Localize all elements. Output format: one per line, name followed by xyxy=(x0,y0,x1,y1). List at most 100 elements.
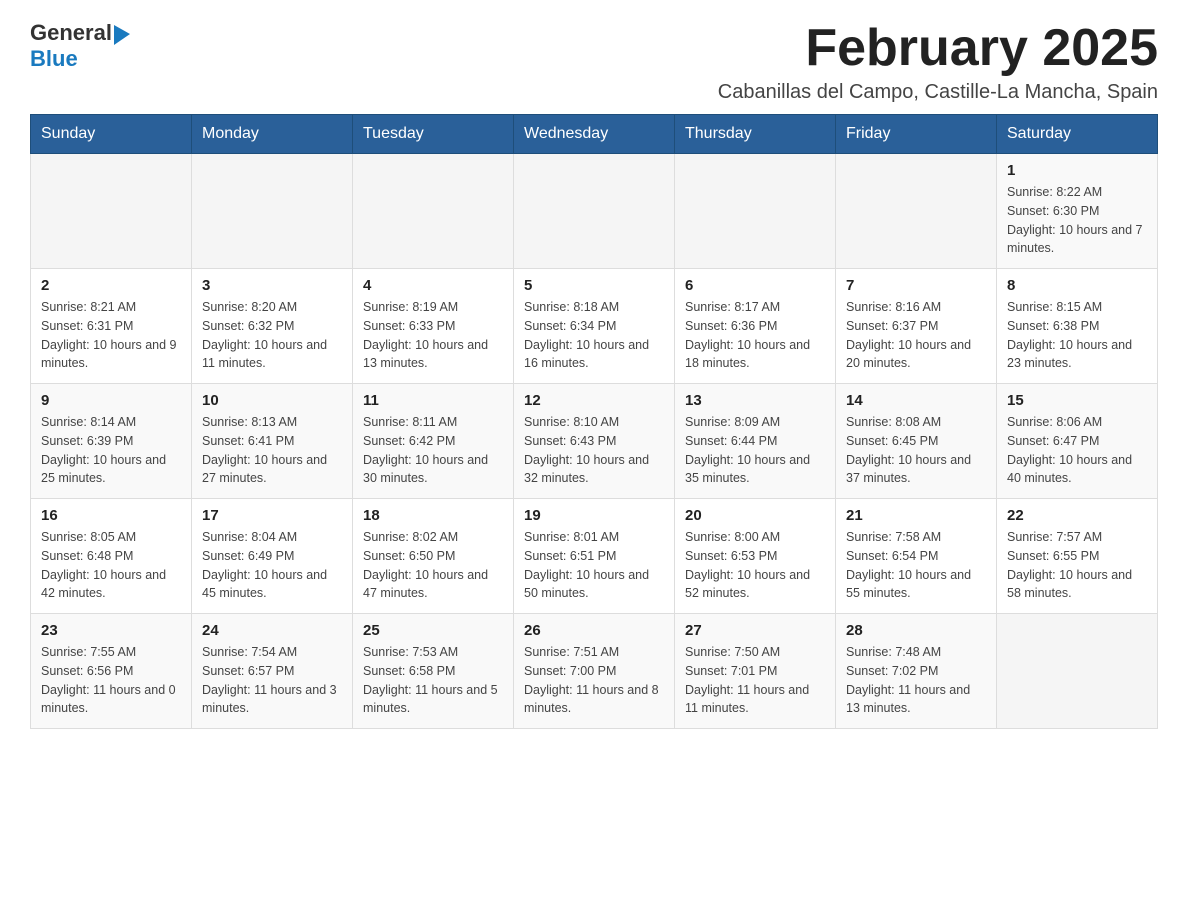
day-number: 27 xyxy=(685,622,825,639)
calendar-day-cell: 19 Sunrise: 8:01 AM Sunset: 6:51 PM Dayli… xyxy=(514,499,675,614)
day-number: 9 xyxy=(41,392,181,409)
day-number: 17 xyxy=(202,507,342,524)
day-info: Sunrise: 7:57 AM Sunset: 6:55 PM Dayligh… xyxy=(1007,528,1147,603)
calendar-day-cell: 23 Sunrise: 7:55 AM Sunset: 6:56 PM Dayli… xyxy=(31,614,192,729)
day-info: Sunrise: 7:55 AM Sunset: 6:56 PM Dayligh… xyxy=(41,643,181,718)
calendar-table: SundayMondayTuesdayWednesdayThursdayFrid… xyxy=(30,114,1158,729)
calendar-day-cell xyxy=(997,614,1158,729)
calendar-day-cell: 7 Sunrise: 8:16 AM Sunset: 6:37 PM Daylig… xyxy=(836,269,997,384)
day-of-week-header: Thursday xyxy=(675,115,836,154)
day-info: Sunrise: 8:18 AM Sunset: 6:34 PM Dayligh… xyxy=(524,298,664,373)
day-number: 18 xyxy=(363,507,503,524)
day-number: 2 xyxy=(41,277,181,294)
day-number: 8 xyxy=(1007,277,1147,294)
day-info: Sunrise: 8:22 AM Sunset: 6:30 PM Dayligh… xyxy=(1007,183,1147,258)
calendar-day-cell: 10 Sunrise: 8:13 AM Sunset: 6:41 PM Dayli… xyxy=(192,384,353,499)
calendar-header-row: SundayMondayTuesdayWednesdayThursdayFrid… xyxy=(31,115,1158,154)
day-info: Sunrise: 8:09 AM Sunset: 6:44 PM Dayligh… xyxy=(685,413,825,488)
page-header: General Blue February 2025 Cabanillas de… xyxy=(30,20,1158,104)
day-of-week-header: Tuesday xyxy=(353,115,514,154)
calendar-day-cell xyxy=(836,154,997,269)
calendar-week-row: 9 Sunrise: 8:14 AM Sunset: 6:39 PM Daylig… xyxy=(31,384,1158,499)
day-of-week-header: Monday xyxy=(192,115,353,154)
calendar-day-cell xyxy=(675,154,836,269)
day-number: 14 xyxy=(846,392,986,409)
day-number: 21 xyxy=(846,507,986,524)
calendar-day-cell: 17 Sunrise: 8:04 AM Sunset: 6:49 PM Dayli… xyxy=(192,499,353,614)
day-number: 15 xyxy=(1007,392,1147,409)
day-info: Sunrise: 8:15 AM Sunset: 6:38 PM Dayligh… xyxy=(1007,298,1147,373)
day-info: Sunrise: 8:13 AM Sunset: 6:41 PM Dayligh… xyxy=(202,413,342,488)
day-info: Sunrise: 8:02 AM Sunset: 6:50 PM Dayligh… xyxy=(363,528,503,603)
logo-arrow-icon xyxy=(114,23,134,45)
calendar-week-row: 1 Sunrise: 8:22 AM Sunset: 6:30 PM Daylig… xyxy=(31,154,1158,269)
day-info: Sunrise: 8:01 AM Sunset: 6:51 PM Dayligh… xyxy=(524,528,664,603)
day-number: 28 xyxy=(846,622,986,639)
day-number: 12 xyxy=(524,392,664,409)
day-number: 7 xyxy=(846,277,986,294)
calendar-day-cell: 11 Sunrise: 8:11 AM Sunset: 6:42 PM Dayli… xyxy=(353,384,514,499)
calendar-day-cell: 3 Sunrise: 8:20 AM Sunset: 6:32 PM Daylig… xyxy=(192,269,353,384)
calendar-day-cell: 15 Sunrise: 8:06 AM Sunset: 6:47 PM Dayli… xyxy=(997,384,1158,499)
calendar-day-cell: 25Sunrise: 7:53 AM Sunset: 6:58 PM Dayli… xyxy=(353,614,514,729)
day-number: 23 xyxy=(41,622,181,639)
calendar-day-cell: 1 Sunrise: 8:22 AM Sunset: 6:30 PM Daylig… xyxy=(997,154,1158,269)
calendar-day-cell xyxy=(353,154,514,269)
calendar-day-cell: 6 Sunrise: 8:17 AM Sunset: 6:36 PM Daylig… xyxy=(675,269,836,384)
calendar-day-cell: 4Sunrise: 8:19 AM Sunset: 6:33 PM Daylig… xyxy=(353,269,514,384)
month-title: February 2025 xyxy=(718,20,1158,77)
day-of-week-header: Wednesday xyxy=(514,115,675,154)
day-of-week-header: Saturday xyxy=(997,115,1158,154)
day-info: Sunrise: 8:00 AM Sunset: 6:53 PM Dayligh… xyxy=(685,528,825,603)
day-info: Sunrise: 7:50 AM Sunset: 7:01 PM Dayligh… xyxy=(685,643,825,718)
location-subtitle: Cabanillas del Campo, Castille-La Mancha… xyxy=(718,81,1158,104)
calendar-day-cell: 26 Sunrise: 7:51 AM Sunset: 7:00 PM Dayli… xyxy=(514,614,675,729)
day-info: Sunrise: 7:54 AM Sunset: 6:57 PM Dayligh… xyxy=(202,643,342,718)
title-block: February 2025 Cabanillas del Campo, Cast… xyxy=(718,20,1158,104)
day-number: 20 xyxy=(685,507,825,524)
day-info: Sunrise: 7:51 AM Sunset: 7:00 PM Dayligh… xyxy=(524,643,664,718)
day-number: 10 xyxy=(202,392,342,409)
calendar-day-cell: 12Sunrise: 8:10 AM Sunset: 6:43 PM Dayli… xyxy=(514,384,675,499)
calendar-day-cell: 14 Sunrise: 8:08 AM Sunset: 6:45 PM Dayli… xyxy=(836,384,997,499)
day-of-week-header: Friday xyxy=(836,115,997,154)
calendar-day-cell: 18 Sunrise: 8:02 AM Sunset: 6:50 PM Dayli… xyxy=(353,499,514,614)
day-number: 13 xyxy=(685,392,825,409)
calendar-week-row: 23 Sunrise: 7:55 AM Sunset: 6:56 PM Dayli… xyxy=(31,614,1158,729)
day-info: Sunrise: 8:14 AM Sunset: 6:39 PM Dayligh… xyxy=(41,413,181,488)
calendar-day-cell xyxy=(192,154,353,269)
day-number: 3 xyxy=(202,277,342,294)
day-info: Sunrise: 7:48 AM Sunset: 7:02 PM Dayligh… xyxy=(846,643,986,718)
day-number: 6 xyxy=(685,277,825,294)
day-info: Sunrise: 7:58 AM Sunset: 6:54 PM Dayligh… xyxy=(846,528,986,603)
calendar-day-cell xyxy=(514,154,675,269)
day-number: 1 xyxy=(1007,162,1147,179)
day-info: Sunrise: 7:53 AM Sunset: 6:58 PM Dayligh… xyxy=(363,643,503,718)
calendar-day-cell: 27 Sunrise: 7:50 AM Sunset: 7:01 PM Dayli… xyxy=(675,614,836,729)
day-info: Sunrise: 8:21 AM Sunset: 6:31 PM Dayligh… xyxy=(41,298,181,373)
logo-blue-text: Blue xyxy=(30,46,78,71)
calendar-week-row: 16Sunrise: 8:05 AM Sunset: 6:48 PM Dayli… xyxy=(31,499,1158,614)
logo: General Blue xyxy=(30,20,134,72)
calendar-day-cell: 22Sunrise: 7:57 AM Sunset: 6:55 PM Dayli… xyxy=(997,499,1158,614)
calendar-day-cell: 8 Sunrise: 8:15 AM Sunset: 6:38 PM Daylig… xyxy=(997,269,1158,384)
logo-general-text: General xyxy=(30,20,112,46)
day-info: Sunrise: 8:06 AM Sunset: 6:47 PM Dayligh… xyxy=(1007,413,1147,488)
day-info: Sunrise: 8:08 AM Sunset: 6:45 PM Dayligh… xyxy=(846,413,986,488)
day-info: Sunrise: 8:16 AM Sunset: 6:37 PM Dayligh… xyxy=(846,298,986,373)
calendar-day-cell: 5Sunrise: 8:18 AM Sunset: 6:34 PM Daylig… xyxy=(514,269,675,384)
calendar-day-cell: 21 Sunrise: 7:58 AM Sunset: 6:54 PM Dayli… xyxy=(836,499,997,614)
day-number: 16 xyxy=(41,507,181,524)
day-info: Sunrise: 8:11 AM Sunset: 6:42 PM Dayligh… xyxy=(363,413,503,488)
day-info: Sunrise: 8:04 AM Sunset: 6:49 PM Dayligh… xyxy=(202,528,342,603)
day-number: 26 xyxy=(524,622,664,639)
day-info: Sunrise: 8:17 AM Sunset: 6:36 PM Dayligh… xyxy=(685,298,825,373)
day-number: 4 xyxy=(363,277,503,294)
day-info: Sunrise: 8:20 AM Sunset: 6:32 PM Dayligh… xyxy=(202,298,342,373)
calendar-day-cell: 13 Sunrise: 8:09 AM Sunset: 6:44 PM Dayli… xyxy=(675,384,836,499)
day-of-week-header: Sunday xyxy=(31,115,192,154)
day-number: 19 xyxy=(524,507,664,524)
calendar-day-cell: 2 Sunrise: 8:21 AM Sunset: 6:31 PM Daylig… xyxy=(31,269,192,384)
day-number: 11 xyxy=(363,392,503,409)
day-number: 24 xyxy=(202,622,342,639)
